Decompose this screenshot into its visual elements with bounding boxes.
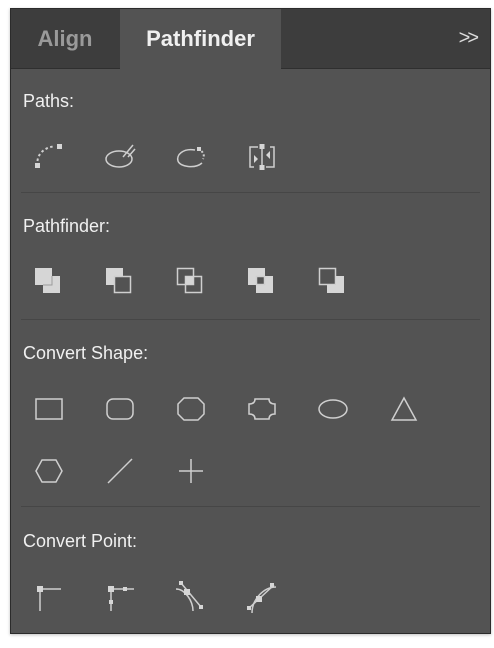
minus-back-icon[interactable] <box>315 263 351 299</box>
line-icon[interactable] <box>102 453 138 489</box>
octagon-icon[interactable] <box>173 391 209 427</box>
convert-point-section-title: Convert Point: <box>23 531 138 551</box>
paths-section-title: Paths: <box>23 91 75 111</box>
section-divider <box>21 506 480 507</box>
section-divider <box>21 192 480 193</box>
open-path-icon[interactable] <box>173 139 209 175</box>
panel-menu-button[interactable]: >> <box>453 9 482 68</box>
close-path-icon[interactable] <box>102 139 138 175</box>
exclude-icon[interactable] <box>244 263 280 299</box>
reverse-path-direction-icon[interactable] <box>244 139 280 175</box>
tab-bar: Align Pathfinder >> <box>11 9 490 69</box>
rounded-rectangle-icon[interactable] <box>102 391 138 427</box>
hexagon-icon[interactable] <box>31 453 67 489</box>
convert-shape-section-title: Convert Shape: <box>23 343 149 363</box>
ellipse-icon[interactable] <box>315 391 351 427</box>
pathfinder-section-title: Pathfinder: <box>23 216 111 236</box>
unite-icon[interactable] <box>31 263 67 299</box>
section-divider <box>21 319 480 320</box>
triangle-icon[interactable] <box>386 391 422 427</box>
join-icon[interactable] <box>31 139 67 175</box>
smooth-point-icon[interactable] <box>173 579 209 615</box>
tab-align[interactable]: Align <box>11 9 119 68</box>
tab-pathfinder[interactable]: Pathfinder <box>120 9 281 69</box>
corner-point-handles-icon[interactable] <box>102 579 138 615</box>
smooth-point-curve-icon[interactable] <box>244 579 280 615</box>
plus-icon[interactable] <box>173 453 209 489</box>
rectangle-icon[interactable] <box>31 391 67 427</box>
intersect-icon[interactable] <box>173 263 209 299</box>
corner-point-icon[interactable] <box>31 579 67 615</box>
minus-front-icon[interactable] <box>102 263 138 299</box>
inverse-rounded-rectangle-icon[interactable] <box>244 391 280 427</box>
pathfinder-panel: Align Pathfinder >> Paths: Pathfinder: C… <box>10 8 491 634</box>
